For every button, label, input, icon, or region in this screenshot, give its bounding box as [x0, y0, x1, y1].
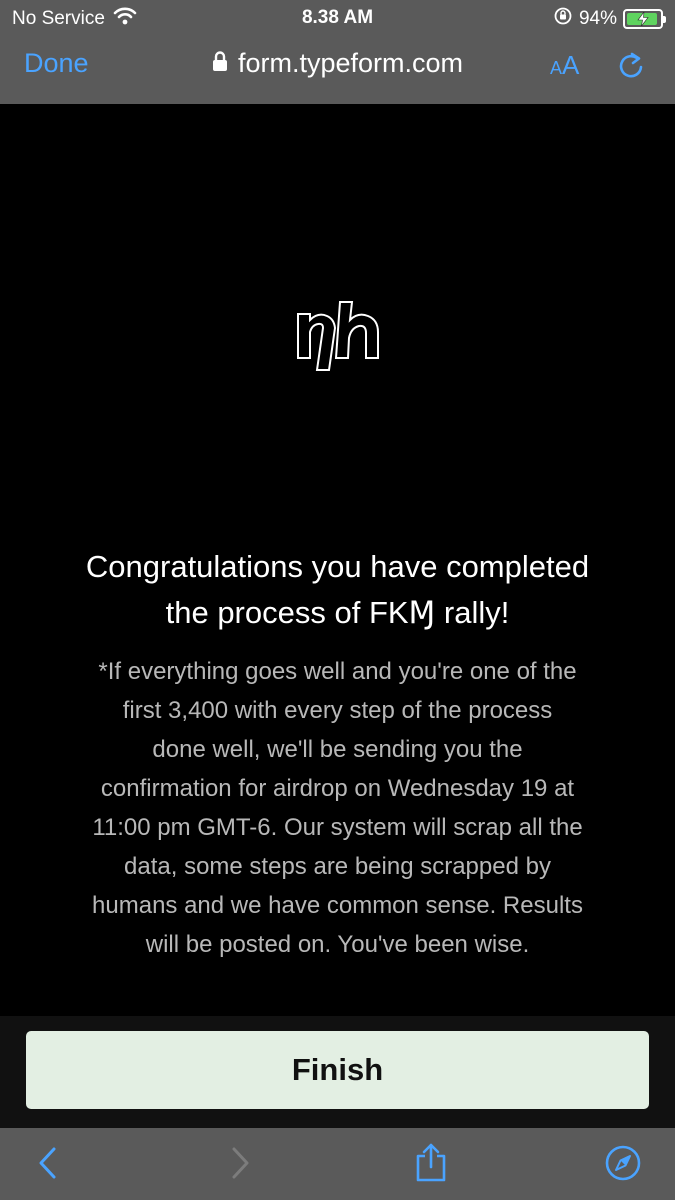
browser-toolbar — [0, 1128, 675, 1200]
battery-percent: 94% — [578, 8, 617, 29]
forward-icon[interactable] — [228, 1146, 252, 1185]
form-content: Congratulations you have completed the p… — [0, 104, 675, 1016]
browser-nav-bar: Done form.typeform.com AA — [0, 36, 675, 96]
battery-icon — [623, 9, 666, 29]
text-size-large-a: A — [562, 50, 580, 80]
message-line: *If everything goes well and you're one … — [98, 658, 577, 685]
completion-message: *If everything goes well and you're one … — [52, 652, 623, 964]
status-bar: No Service 8.38 AM 94% — [0, 0, 675, 36]
orientation-lock-icon — [553, 6, 573, 32]
text-size-small-a: A — [550, 58, 563, 78]
finish-button[interactable]: Finish — [26, 1031, 649, 1109]
brand-logo-icon — [296, 298, 382, 377]
browser-top-chrome: No Service 8.38 AM 94% Done form.typefor… — [0, 0, 675, 104]
reload-icon[interactable] — [616, 50, 646, 85]
share-icon[interactable] — [414, 1142, 448, 1187]
message-line: data, some steps are being scrapped by — [124, 853, 551, 880]
message-line: 11:00 pm GMT-6. Our system will scrap al… — [92, 814, 583, 841]
back-icon[interactable] — [36, 1146, 60, 1185]
message-line: humans and we have common sense. Results — [92, 892, 583, 919]
compass-icon[interactable] — [604, 1144, 642, 1187]
headline-line: Congratulations you have completed — [85, 549, 590, 584]
lock-icon — [212, 48, 228, 79]
text-size-button[interactable]: AA — [550, 50, 579, 81]
message-line: done well, we'll be sending you the — [152, 736, 523, 763]
form-footer: Finish — [0, 1016, 675, 1128]
charging-bolt-icon — [637, 12, 649, 26]
headline-line: the process of FKⱮ rally! — [165, 595, 510, 630]
message-line: first 3,400 with every step of the proce… — [122, 697, 553, 724]
message-line: will be posted on. You've been wise. — [145, 931, 530, 958]
url-text: form.typeform.com — [237, 48, 464, 78]
status-right: 94% — [553, 6, 666, 32]
completion-headline: Congratulations you have completed the p… — [40, 544, 635, 636]
message-line: confirmation for airdrop on Wednesday 19… — [100, 775, 575, 802]
